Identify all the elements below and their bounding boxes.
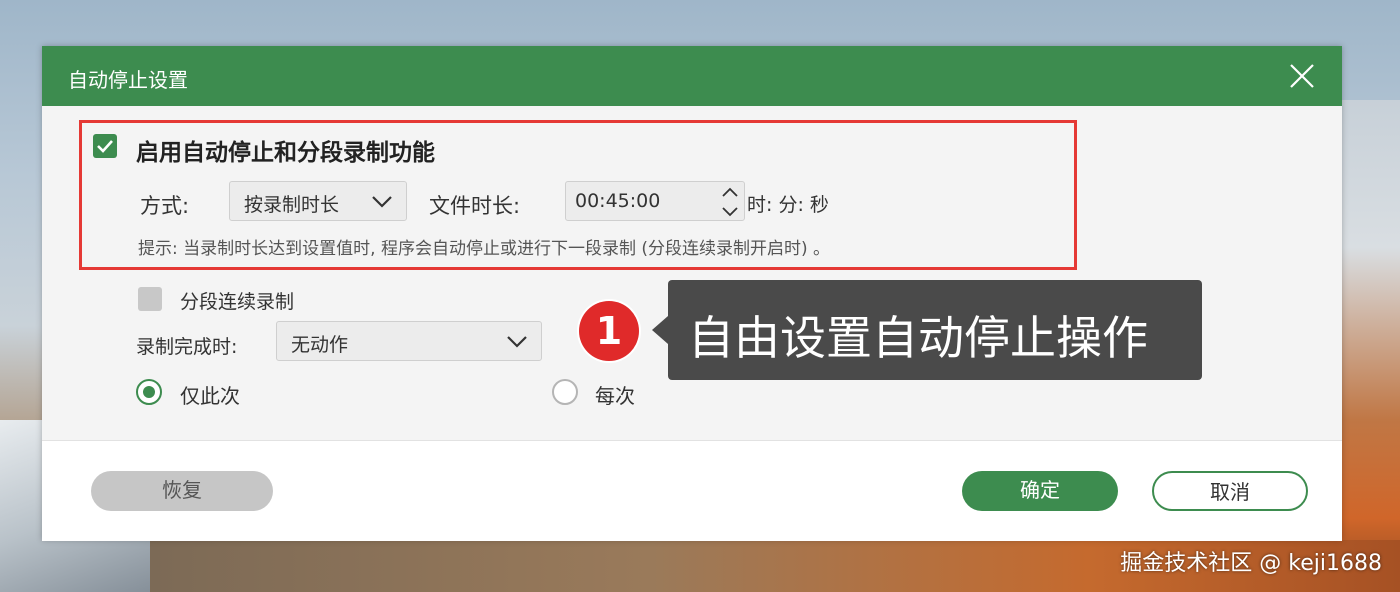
close-button[interactable] [1286,60,1318,92]
duration-label: 文件时长: [429,194,521,218]
watermark: 掘金技术社区 @ keji1688 [1120,551,1382,576]
ok-button[interactable]: 确定 [962,471,1118,511]
chevron-down-icon [507,336,527,348]
restore-button[interactable]: 恢复 [91,471,273,511]
once-label: 仅此次 [180,384,240,408]
completion-action-select[interactable]: 无动作 [276,321,542,361]
step-number-badge: 1 [579,301,639,361]
check-icon [97,140,113,153]
dialog-title: 自动停止设置 [68,68,188,92]
dialog-titlebar: 自动停止设置 [42,46,1342,106]
hint-text: 提示: 当录制时长达到设置值时, 程序会自动停止或进行下一段录制 (分段连续录制… [138,239,831,259]
enable-auto-stop-checkbox[interactable] [93,134,117,158]
cancel-button[interactable]: 取消 [1152,471,1308,511]
every-time-label: 每次 [595,384,635,408]
chevron-down-icon [372,196,392,208]
every-time-radio[interactable] [552,379,578,405]
dialog-footer: 恢复 确定 取消 [42,440,1342,541]
duration-value: 00:45:00 [575,190,661,212]
close-icon [1290,64,1314,88]
spinner-arrows-icon[interactable] [720,186,740,218]
callout-text: 自由设置自动停止操作 [688,311,1148,365]
enable-auto-stop-label: 启用自动停止和分段录制功能 [136,140,435,166]
duration-spinner[interactable]: 00:45:00 [565,181,745,221]
dialog-content: 启用自动停止和分段录制功能 方式: 按录制时长 文件时长: 00:45:00 时… [42,106,1342,440]
segment-recording-checkbox[interactable] [138,287,162,311]
callout-arrow [652,316,668,344]
background-mountain-right [1340,100,1400,592]
duration-unit: 时: 分: 秒 [747,194,829,216]
callout-tooltip: 自由设置自动停止操作 [668,280,1202,380]
completion-action-value: 无动作 [291,334,349,356]
radio-dot [143,386,155,398]
once-radio[interactable] [136,379,162,405]
completion-label: 录制完成时: [136,336,238,358]
mode-label: 方式: [140,194,190,218]
mode-select-value: 按录制时长 [244,194,340,216]
mode-select[interactable]: 按录制时长 [229,181,407,221]
segment-recording-label: 分段连续录制 [180,291,295,313]
